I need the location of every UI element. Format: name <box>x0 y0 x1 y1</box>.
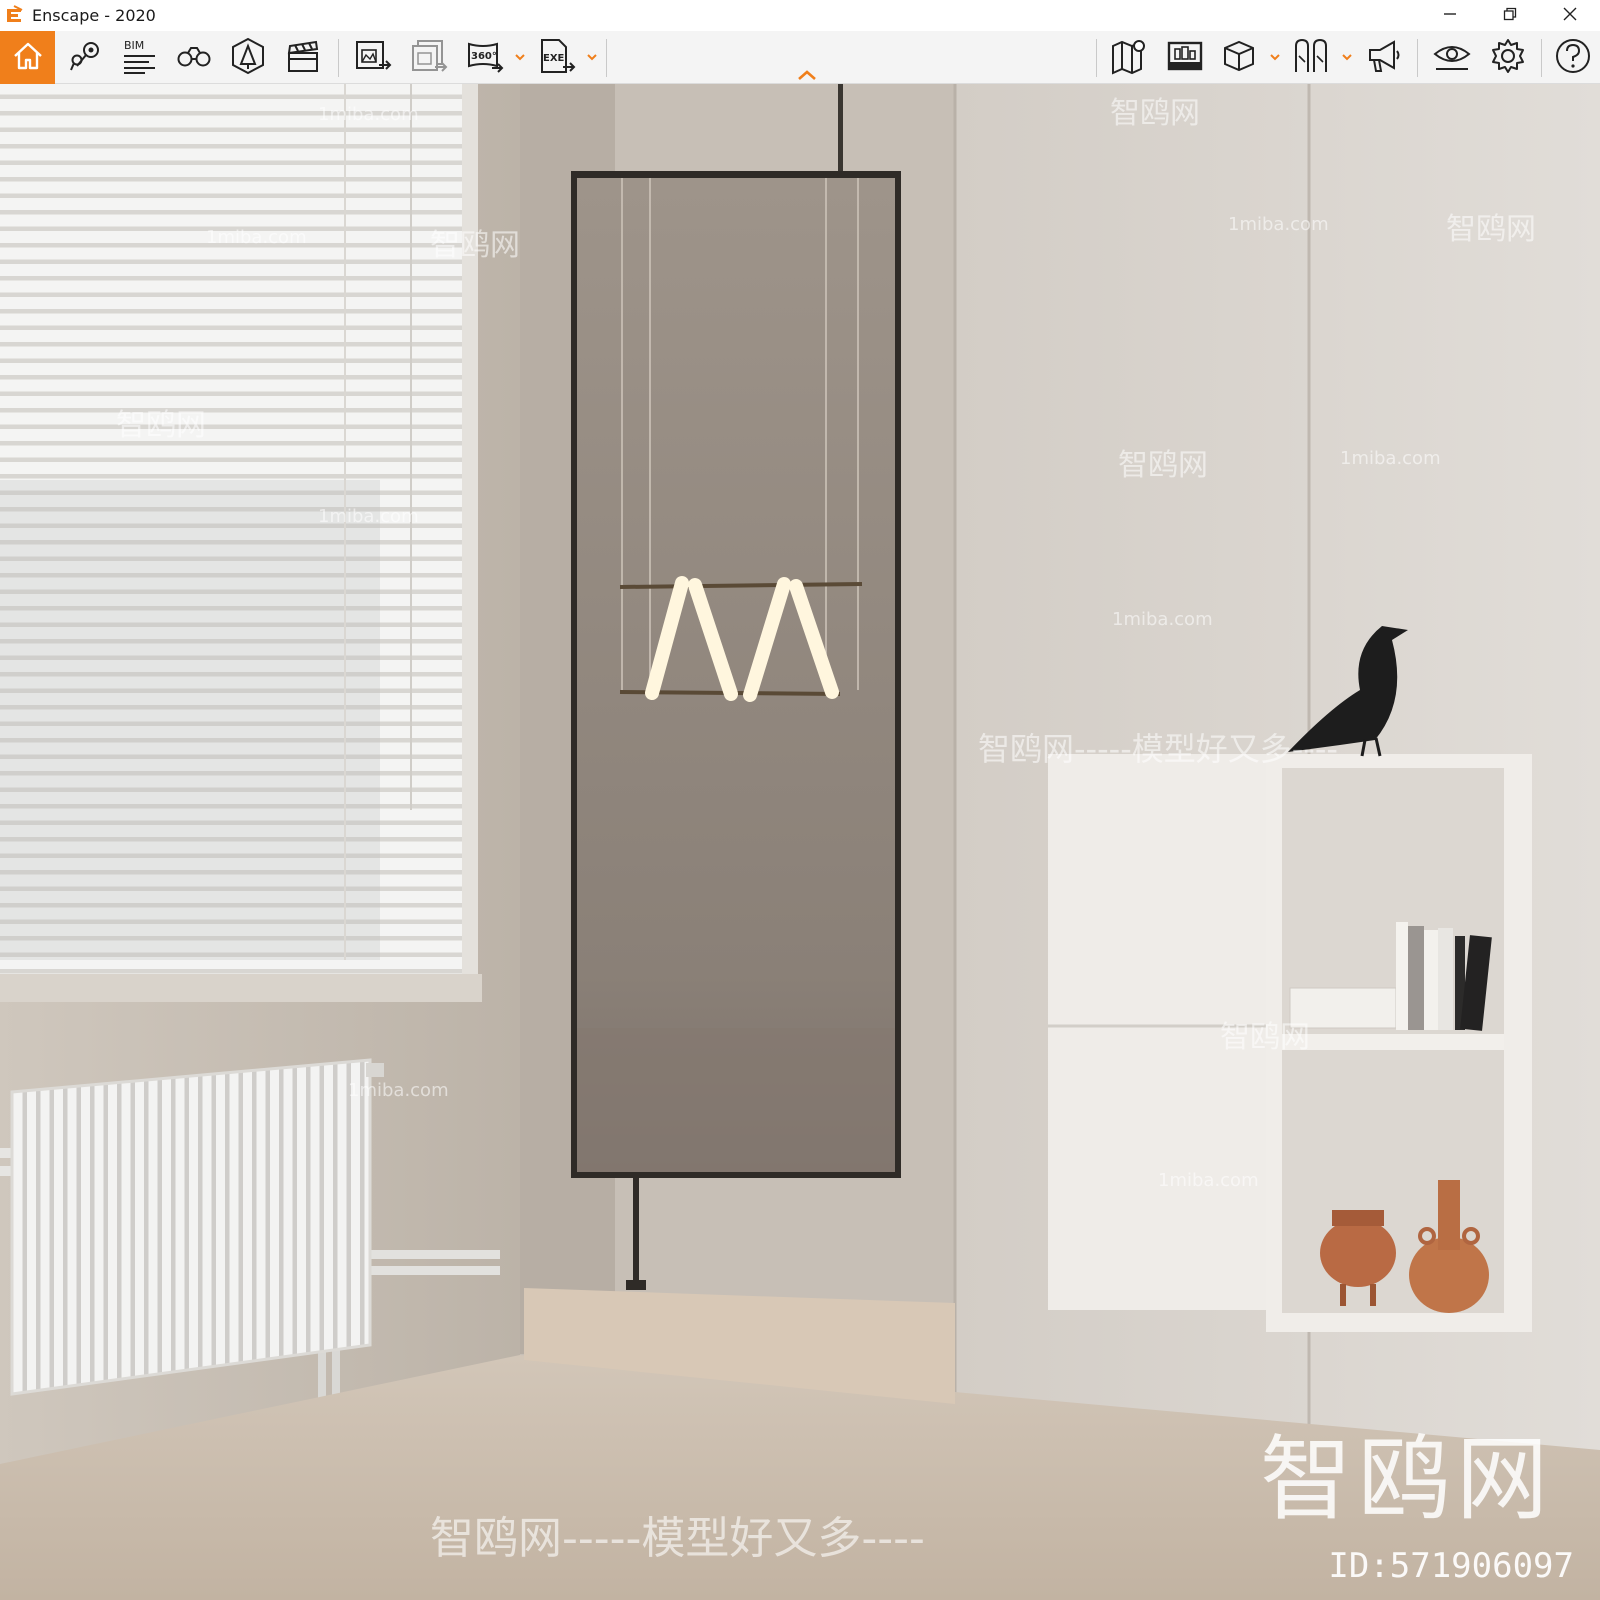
bim-button[interactable]: BIM <box>113 31 165 84</box>
watermark-slogan-bottom: 智鸥网-----模型好又多---- <box>430 1513 925 1564</box>
watermark-brand: 智鸥网 <box>1118 448 1208 483</box>
render-viewport[interactable]: 1miba.com 1miba.com 1miba.com 1miba.com … <box>0 84 1600 1600</box>
export-image-icon <box>353 36 393 80</box>
export-exe-icon: EXE <box>537 36 577 80</box>
asset-library-icon <box>228 36 268 80</box>
watermark-site: 1miba.com <box>318 506 419 527</box>
collapse-toolbar-chevron-up-icon[interactable] <box>795 67 819 83</box>
map-icon <box>1109 36 1149 80</box>
view-cube-dropdown-chevron-icon[interactable] <box>1268 49 1282 63</box>
title-bar: Enscape - 2020 <box>0 0 1600 31</box>
render-360-button[interactable]: 360° <box>460 31 510 84</box>
location-pins-icon <box>65 36 105 80</box>
home-button[interactable] <box>0 31 55 84</box>
watermark-site: 1miba.com <box>348 1080 449 1101</box>
eye-icon <box>1432 36 1472 80</box>
watermark-slogan: 智鸥网-----模型好又多---- <box>978 730 1338 768</box>
watermark-site: 1miba.com <box>1112 609 1213 630</box>
export-exe-dropdown-chevron-icon[interactable] <box>585 49 599 63</box>
watermark-brand: 智鸥网 <box>1446 212 1536 247</box>
help-icon <box>1553 36 1593 80</box>
map-button[interactable] <box>1104 31 1154 84</box>
video-editor-button[interactable] <box>277 31 329 84</box>
binoculars-button[interactable] <box>168 31 220 84</box>
watermark-brand-large: 智鸥网 <box>1259 1426 1554 1533</box>
toolbar-separator <box>606 39 607 77</box>
bim-label: BIM <box>124 39 144 52</box>
bim-list-icon: BIM <box>119 36 159 80</box>
export-exe-button[interactable]: EXE <box>532 31 582 84</box>
restore-icon <box>1502 6 1518 26</box>
close-button[interactable] <box>1540 0 1600 31</box>
feedback-button[interactable] <box>1358 31 1410 84</box>
watermark-site: 1miba.com <box>1158 1170 1259 1191</box>
toolbar-separator <box>1096 39 1097 77</box>
panorama-360-label: 360° <box>471 51 497 62</box>
watermark-brand: 智鸥网 <box>430 228 520 263</box>
window-view <box>0 480 380 960</box>
watermark-site: 1miba.com <box>1340 448 1441 469</box>
window-sill <box>0 974 482 1002</box>
minimize-button[interactable] <box>1420 0 1480 31</box>
watermark-brand: 智鸥网 <box>116 408 206 443</box>
minimize-icon <box>1442 6 1458 26</box>
binoculars-icon <box>174 36 214 80</box>
watermark-model-id: ID:571906097 <box>1328 1546 1574 1586</box>
gear-icon <box>1488 36 1528 80</box>
cube-icon <box>1219 36 1259 80</box>
help-button[interactable] <box>1548 31 1598 84</box>
render-image-button[interactable] <box>348 31 398 84</box>
restore-button[interactable] <box>1480 0 1540 31</box>
watermark-site: 1miba.com <box>318 104 419 125</box>
export-exe-label: EXE <box>543 53 565 64</box>
minimap-icon <box>1165 36 1205 80</box>
toolbar-separator <box>1541 39 1542 77</box>
batch-render-button[interactable] <box>404 31 454 84</box>
preview-button[interactable] <box>1426 31 1478 84</box>
close-icon <box>1562 6 1578 26</box>
window-title: Enscape - 2020 <box>32 6 156 25</box>
watermark-site: 1miba.com <box>1228 214 1329 235</box>
watermark-brand: 智鸥网 <box>1220 1020 1310 1055</box>
visual-settings-button[interactable] <box>1286 31 1336 84</box>
floor-mirror <box>571 84 901 1290</box>
panorama-360-icon: 360° <box>465 36 505 80</box>
watermark-brand: 智鸥网 <box>1110 96 1200 131</box>
visual-settings-icon <box>1291 36 1331 80</box>
view-cube-button[interactable] <box>1214 31 1264 84</box>
toolbar-separator <box>338 39 339 77</box>
views-button[interactable] <box>60 31 110 84</box>
settings-button[interactable] <box>1482 31 1534 84</box>
minimap-button[interactable] <box>1160 31 1210 84</box>
enscape-window: Enscape - 2020 BIM 360° EXE 1miba.com 1m… <box>0 0 1600 1600</box>
toolbar-separator <box>1417 39 1418 77</box>
enscape-logo-icon <box>4 5 24 25</box>
clapperboard-icon <box>283 36 323 80</box>
home-icon <box>8 36 48 80</box>
batch-export-icon <box>409 36 449 80</box>
visual-settings-dropdown-chevron-icon[interactable] <box>1340 49 1354 63</box>
asset-library-button[interactable] <box>222 31 274 84</box>
watermark-site: 1miba.com <box>206 227 307 248</box>
render-360-dropdown-chevron-icon[interactable] <box>513 49 527 63</box>
megaphone-icon <box>1364 36 1404 80</box>
scene-render <box>0 84 1600 1600</box>
